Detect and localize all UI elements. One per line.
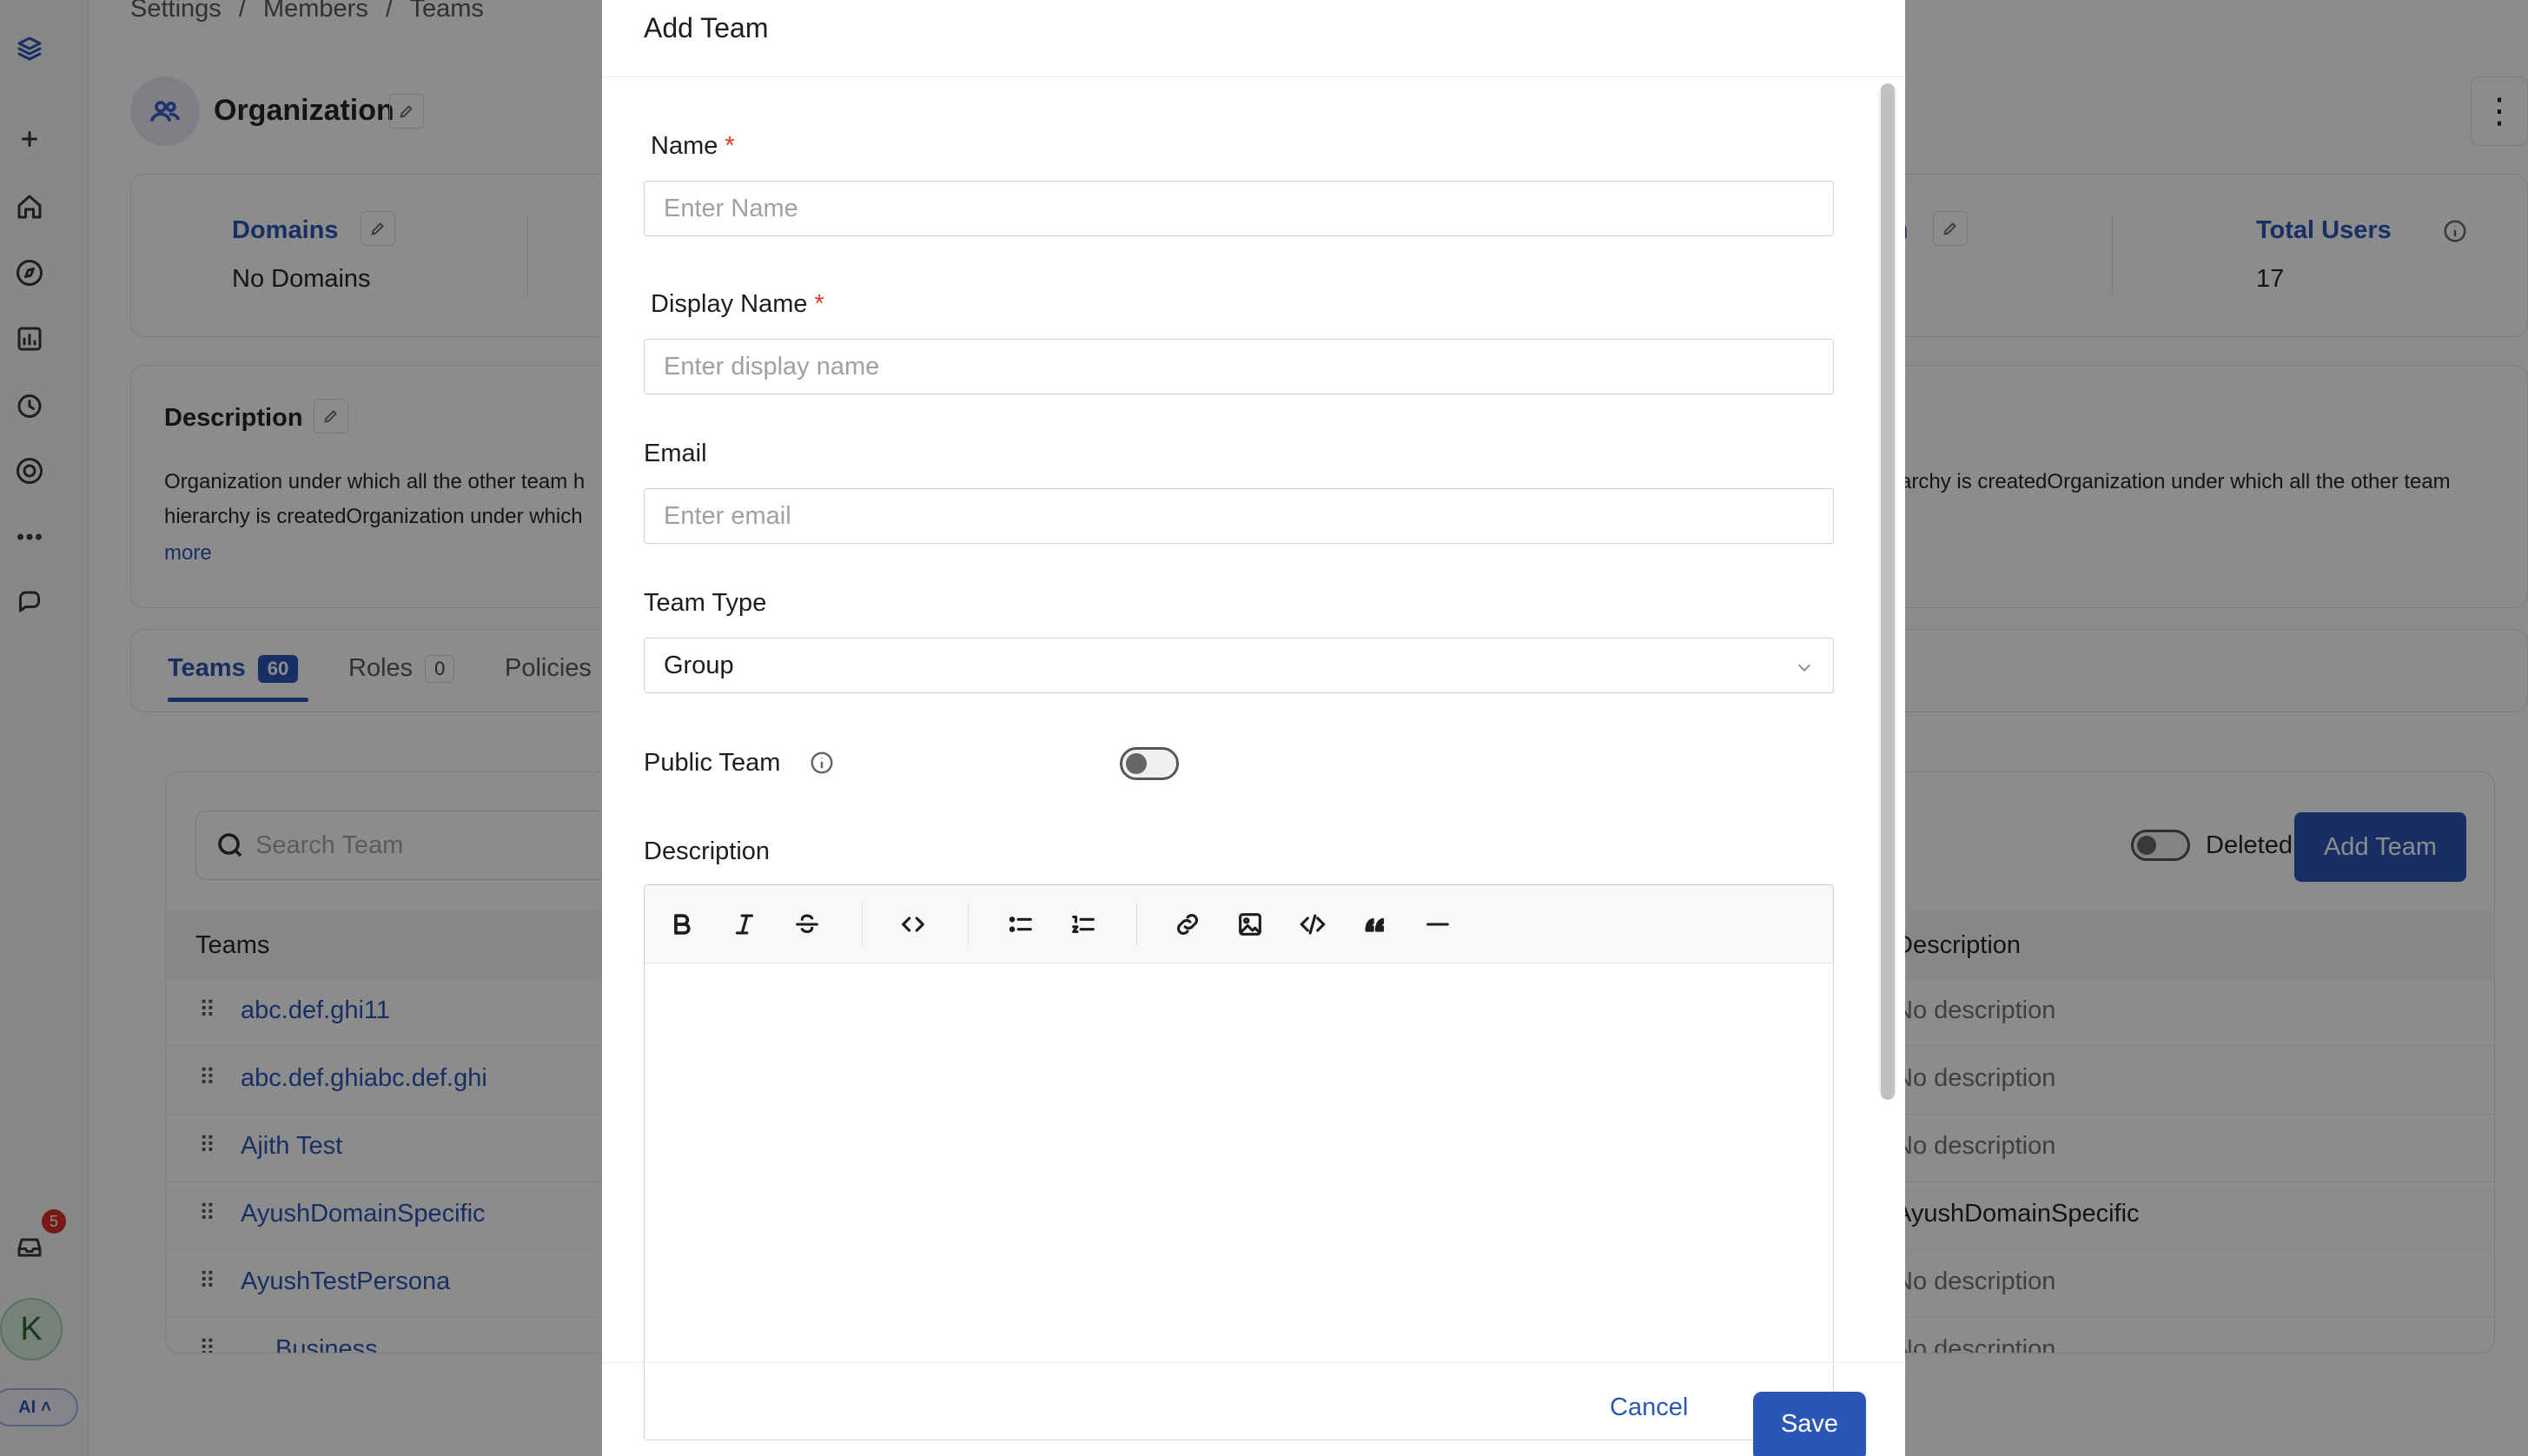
numbered-list-button[interactable] <box>1067 908 1100 941</box>
description-label: Description <box>644 837 771 865</box>
toolbar-divider <box>1136 903 1137 946</box>
bold-button[interactable] <box>665 908 698 941</box>
scrollbar-thumb[interactable] <box>1881 83 1895 1100</box>
info-icon[interactable] <box>809 750 835 776</box>
numbered-list-icon <box>1072 915 1095 934</box>
code-block-icon <box>1300 914 1326 935</box>
horizontal-rule-icon <box>1426 923 1449 926</box>
image-button[interactable] <box>1234 908 1267 941</box>
bullet-list-button[interactable] <box>1004 908 1037 941</box>
link-button[interactable] <box>1171 908 1204 941</box>
link-icon <box>1176 913 1199 936</box>
display-name-label-text: Display Name <box>651 290 808 318</box>
image-icon <box>1239 913 1261 936</box>
editor-toolbar <box>645 885 1833 963</box>
email-input[interactable]: Enter email <box>644 488 1834 544</box>
code-block-button[interactable] <box>1296 908 1329 941</box>
required-mark: * <box>725 132 735 160</box>
name-input[interactable]: Enter Name <box>644 181 1834 236</box>
public-team-toggle[interactable] <box>1120 747 1179 780</box>
italic-button[interactable] <box>728 908 761 941</box>
add-team-modal: Add Team Name * Enter Name Display Name * … <box>602 0 1905 1456</box>
strikethrough-icon <box>796 914 818 934</box>
quote-button[interactable] <box>1359 908 1392 941</box>
name-label: Name * <box>651 132 735 161</box>
toolbar-divider <box>968 903 969 946</box>
italic-icon <box>735 914 754 935</box>
modal-title: Add Team <box>644 12 769 43</box>
team-type-label: Team Type <box>644 589 767 617</box>
modal-scrollbar[interactable] <box>1879 83 1896 1100</box>
code-icon <box>902 917 924 932</box>
description-editor <box>644 884 1834 1440</box>
email-label: Email <box>644 440 707 467</box>
inline-code-button[interactable] <box>897 908 930 941</box>
toolbar-divider <box>862 903 863 946</box>
team-type-value: Group <box>664 651 734 679</box>
cancel-button[interactable]: Cancel <box>1610 1393 1688 1422</box>
required-mark: * <box>814 290 824 318</box>
description-text-area[interactable] <box>645 963 1833 1439</box>
quote-icon <box>1365 917 1385 932</box>
strikethrough-button[interactable] <box>791 908 824 941</box>
horizontal-rule-button[interactable] <box>1421 908 1454 941</box>
public-team-label: Public Team <box>644 749 781 777</box>
bold-icon <box>674 914 691 935</box>
display-name-input[interactable]: Enter display name <box>644 339 1834 394</box>
team-type-select[interactable]: Group <box>644 638 1834 693</box>
chevron-down-icon <box>1797 664 1811 672</box>
save-button[interactable]: Save <box>1753 1392 1866 1456</box>
display-name-label: Display Name * <box>651 290 824 319</box>
modal-header-divider <box>602 76 1905 77</box>
modal-footer-divider <box>602 1362 1905 1363</box>
bullet-list-icon <box>1009 917 1032 932</box>
name-label-text: Name <box>651 132 718 160</box>
